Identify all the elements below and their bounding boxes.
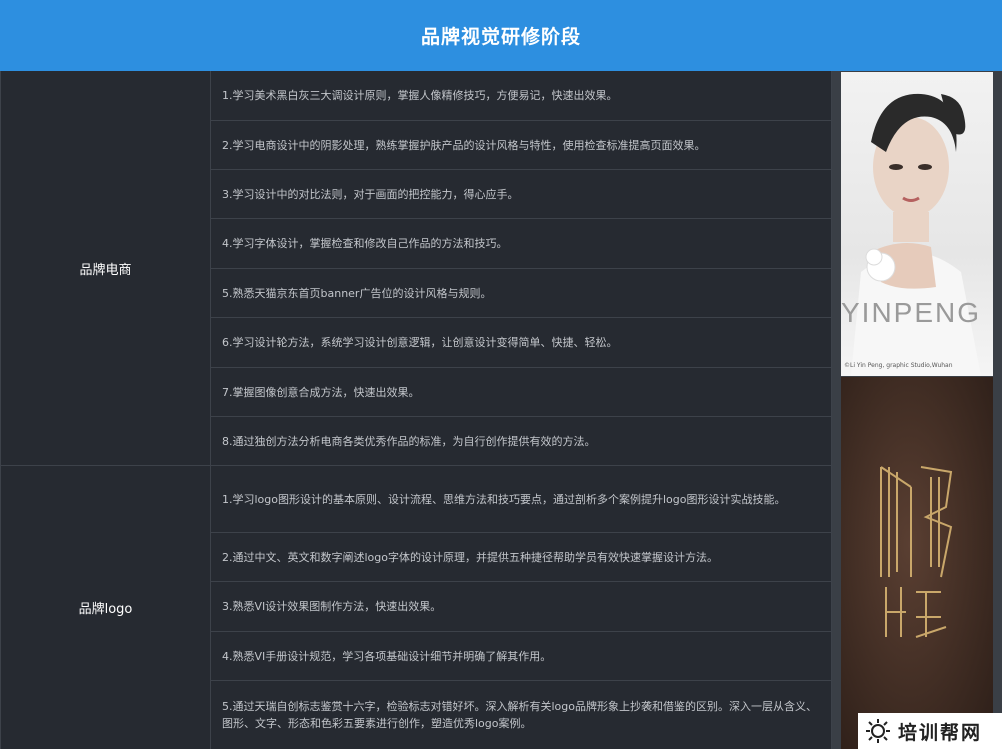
- category-cell: 品牌logo: [1, 466, 211, 749]
- page-title: 品牌视觉研修阶段: [420, 26, 581, 48]
- list-item: 3.熟悉VI设计效果图制作方法，快速出效果。: [211, 582, 831, 632]
- portrait-caption-small: ©Li Yin Peng, graphic Studio,Wuhan: [844, 362, 953, 369]
- calligraphy-logo-illustration: [880, 466, 953, 638]
- list-item: 5.通过天瑞自创标志鉴赏十六字，检验标志对错好坏。深入解析有关logo品牌形象上…: [222, 700, 817, 730]
- site-watermark: 培训帮网: [858, 713, 1002, 749]
- list-item: 4.学习字体设计，掌握检查和修改自己作品的方法和技巧。: [211, 219, 831, 269]
- item-list: 1.学习logo图形设计的基本原则、设计流程、思维方法和技巧要点，通过剖析多个案…: [211, 466, 832, 749]
- list-item: 1.学习logo图形设计的基本原则、设计流程、思维方法和技巧要点，通过剖析多个案…: [211, 466, 831, 533]
- portrait-caption-large: YINPENG: [841, 297, 982, 328]
- item-list: 1.学习美术黑白灰三大调设计原则，掌握人像精修技巧，方便易记，快速出效果。 2.…: [211, 71, 832, 465]
- list-item: 5.熟悉天猫京东首页banner广告位的设计风格与规则。: [211, 269, 831, 318]
- list-item: 4.熟悉VI手册设计规范，学习各项基础设计细节并明确了解其作用。: [211, 632, 831, 681]
- logo-fabric-photo: [841, 377, 993, 749]
- list-item: 1.学习美术黑白灰三大调设计原则，掌握人像精修技巧，方便易记，快速出效果。: [211, 71, 831, 121]
- curriculum-table: 品牌电商 1.学习美术黑白灰三大调设计原则，掌握人像精修技巧，方便易记，快速出效…: [0, 71, 832, 749]
- list-item: 6.学习设计轮方法，系统学习设计创意逻辑，让创意设计变得简单、快捷、轻松。: [211, 318, 831, 368]
- side-image-panel: YINPENG ©Li Yin Peng, graphic Studio,Wuh…: [832, 71, 1002, 749]
- list-item: 8.通过独创方法分析电商各类优秀作品的标准，为自行创作提供有效的方法。: [222, 435, 596, 448]
- watermark-text: 培训帮网: [898, 721, 983, 744]
- list-item: 3.学习设计中的对比法则，对于画面的把控能力，得心应手。: [211, 170, 831, 219]
- portrait-illustration: [851, 93, 981, 376]
- category-cell: 品牌电商: [1, 71, 211, 465]
- list-item: 2.学习电商设计中的阴影处理，熟练掌握护肤产品的设计风格与特性，使用检查标准提高…: [211, 121, 831, 170]
- section-logo: 品牌logo 1.学习logo图形设计的基本原则、设计流程、思维方法和技巧要点，…: [1, 466, 832, 749]
- list-item: 2.通过中文、英文和数字阐述logo字体的设计原理，并提供五种捷径帮助学员有效快…: [211, 533, 831, 582]
- list-item: 7.掌握图像创意合成方法，快速出效果。: [211, 368, 831, 417]
- section-ecommerce: 品牌电商 1.学习美术黑白灰三大调设计原则，掌握人像精修技巧，方便易记，快速出效…: [1, 71, 832, 466]
- page-header: 品牌视觉研修阶段: [0, 0, 1002, 71]
- portrait-photo: YINPENG ©Li Yin Peng, graphic Studio,Wuh…: [841, 72, 993, 376]
- sun-logo-icon: [866, 719, 890, 743]
